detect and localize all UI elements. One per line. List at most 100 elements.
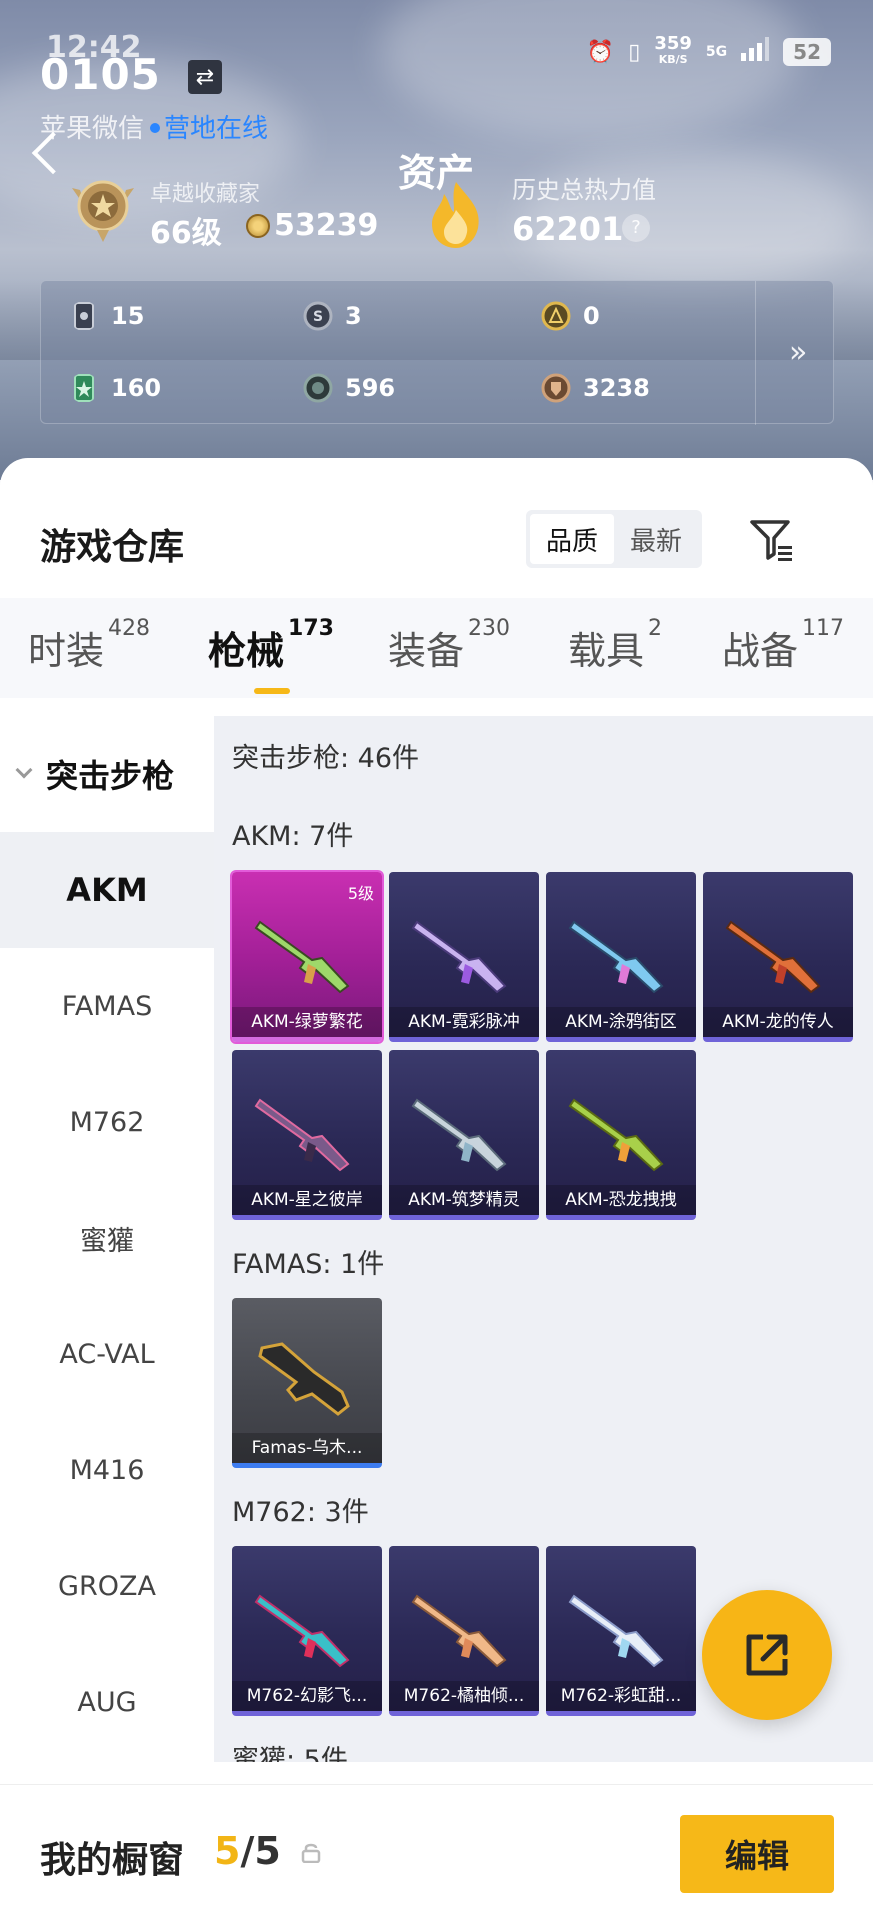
chevron-down-icon (15, 761, 33, 779)
weapon-name: AKM-筑梦精灵 (389, 1185, 539, 1215)
rank-level: 66级 (150, 216, 222, 251)
green-ticket-icon (74, 374, 94, 402)
weapon-card[interactable]: M762-幻影飞... (232, 1546, 382, 1716)
coin-value: 53239 (274, 208, 379, 243)
currency-item: 3238 (541, 373, 650, 403)
more-chevron-icon[interactable]: » (789, 335, 807, 370)
weapon-name: AKM-星之彼岸 (232, 1185, 382, 1215)
card-icon (74, 302, 94, 330)
sort-newest-button[interactable]: 最新 (614, 514, 698, 564)
history-heat-value: 62201 (512, 210, 624, 248)
warehouse-title: 游戏仓库 (40, 527, 185, 568)
panel-divider (755, 281, 756, 425)
sidebar-item-groza[interactable]: GROZA (0, 1528, 214, 1644)
alarm-icon: ⏰ (586, 39, 615, 65)
weapon-name: AKM-龙的传人 (703, 1007, 853, 1037)
skin-level: 5级 (347, 884, 374, 903)
help-icon[interactable]: ? (622, 214, 650, 242)
rifle-icon (411, 1098, 507, 1172)
weapon-name: M762-橘柚倾... (389, 1681, 539, 1711)
rifle-icon (254, 1098, 350, 1172)
rifle-icon (254, 920, 350, 994)
history-heat-label: 历史总热力值 (512, 176, 656, 204)
signal-type: 5G (705, 44, 728, 60)
weapon-card[interactable]: AKM-涂鸦街区 (546, 872, 696, 1042)
sidebar-item-m416[interactable]: M416 (0, 1412, 214, 1528)
currency-item: 15 (69, 301, 144, 331)
rifle-icon (254, 1594, 350, 1668)
network-speed: 359 KB/S (654, 33, 692, 67)
svg-text:S: S (313, 309, 323, 325)
currency-item: 160 (69, 373, 161, 403)
sidebar-group-assault-rifles[interactable]: 突击步枪 (0, 716, 214, 832)
swap-icon: ⇄ (195, 64, 215, 90)
status-icons: ⏰ ▯ 359 KB/S 5G 52 (586, 33, 831, 68)
showcase-count: 5/5 (214, 1829, 281, 1873)
heat-flame-icon (432, 182, 479, 248)
sort-quality-button[interactable]: 品质 (530, 514, 614, 564)
share-button[interactable] (702, 1590, 832, 1720)
showcase-bar: 我的橱窗 5/5 编辑 (0, 1784, 873, 1920)
weapon-card[interactable]: AKM-霓彩脉冲 (389, 872, 539, 1042)
weapon-card[interactable]: AKM-龙的传人 (703, 872, 853, 1042)
currency-item: 596 (303, 373, 395, 403)
dark-orb-icon (303, 373, 333, 403)
gold-a-coin-icon (541, 301, 571, 331)
category-tabs: 时装428 枪械173 装备230 载具2 战备117 (0, 598, 873, 698)
rifle-icon (568, 1594, 664, 1668)
tab-equipment[interactable]: 装备230 (388, 616, 510, 675)
lock-icon[interactable] (300, 1841, 322, 1863)
rifle-icon (258, 1342, 350, 1416)
weapon-type-sidebar: 突击步枪 AKM FAMAS M762 蜜獾 AC-VAL M416 GROZA… (0, 716, 214, 1762)
weapon-name: M762-幻影飞... (232, 1681, 382, 1711)
sidebar-item-honey-badger[interactable]: 蜜獾 (0, 1180, 214, 1296)
coin-icon (246, 214, 270, 238)
weapon-name: M762-彩虹甜... (546, 1681, 696, 1711)
sidebar-item-famas[interactable]: FAMAS (0, 948, 214, 1064)
weapon-name: Famas-乌木... (232, 1433, 382, 1463)
tab-outfits[interactable]: 时装428 (28, 616, 150, 675)
weapon-card[interactable]: M762-彩虹甜... (546, 1546, 696, 1716)
rifle-icon (411, 920, 507, 994)
battery-indicator: 52 (783, 38, 831, 66)
sidebar-item-m762[interactable]: M762 (0, 1064, 214, 1180)
weapon-name: AKM-恐龙拽拽 (546, 1185, 696, 1215)
weapon-name: AKM-霓彩脉冲 (389, 1007, 539, 1037)
tab-guns[interactable]: 枪械173 (208, 616, 334, 694)
external-link-icon (746, 1634, 788, 1676)
weapon-card[interactable]: M762-橘柚倾... (389, 1546, 539, 1716)
rank-title: 卓越收藏家 (150, 182, 261, 207)
weapon-card[interactable]: AKM-星之彼岸 (232, 1050, 382, 1220)
game-id: 0105 (40, 50, 161, 99)
section-title-akm: AKM: 7件 (232, 821, 354, 852)
profile-header: 12:42 0105 ⇄ ⏰ ▯ 359 KB/S 5G 52 苹果微信 营地在线… (0, 0, 873, 480)
weapon-name: AKM-涂鸦街区 (546, 1007, 696, 1037)
section-title-m762: M762: 3件 (232, 1497, 369, 1528)
sidebar-item-akm[interactable]: AKM (0, 832, 214, 948)
currency-item: S 3 (303, 301, 362, 331)
account-info: 苹果微信 营地在线 (40, 108, 268, 145)
weapon-card[interactable]: AKM-筑梦精灵 (389, 1050, 539, 1220)
sidebar-item-ac-val[interactable]: AC-VAL (0, 1296, 214, 1412)
weapon-card[interactable]: 5级 AKM-绿萝繁花 (230, 870, 384, 1044)
rifle-icon (568, 920, 664, 994)
signal-icon (741, 37, 770, 67)
bronze-shield-icon (541, 373, 571, 403)
section-title-honey-badger: 蜜獾: 5件 (232, 1745, 348, 1762)
filter-icon[interactable] (748, 516, 796, 564)
collector-badge-icon (72, 180, 134, 242)
tab-vehicles[interactable]: 载具2 (568, 616, 662, 675)
edit-button[interactable]: 编辑 (680, 1815, 834, 1893)
active-tab-underline (254, 688, 290, 694)
silver-s-coin-icon: S (303, 301, 333, 331)
rifle-icon (411, 1594, 507, 1668)
weapon-card[interactable]: AKM-恐龙拽拽 (546, 1050, 696, 1220)
sidebar-item-aug[interactable]: AUG (0, 1644, 214, 1760)
weapon-card[interactable]: Famas-乌木... (232, 1298, 382, 1468)
weapon-name: AKM-绿萝繁花 (232, 1007, 382, 1037)
tab-supplies[interactable]: 战备117 (722, 616, 844, 675)
vibrate-icon: ▯ (628, 39, 641, 65)
currency-panel[interactable]: 15 S 3 0 160 596 3238 » (40, 280, 834, 425)
sort-toggle: 品质 最新 (526, 510, 702, 568)
swap-account-button[interactable]: ⇄ (188, 60, 222, 94)
